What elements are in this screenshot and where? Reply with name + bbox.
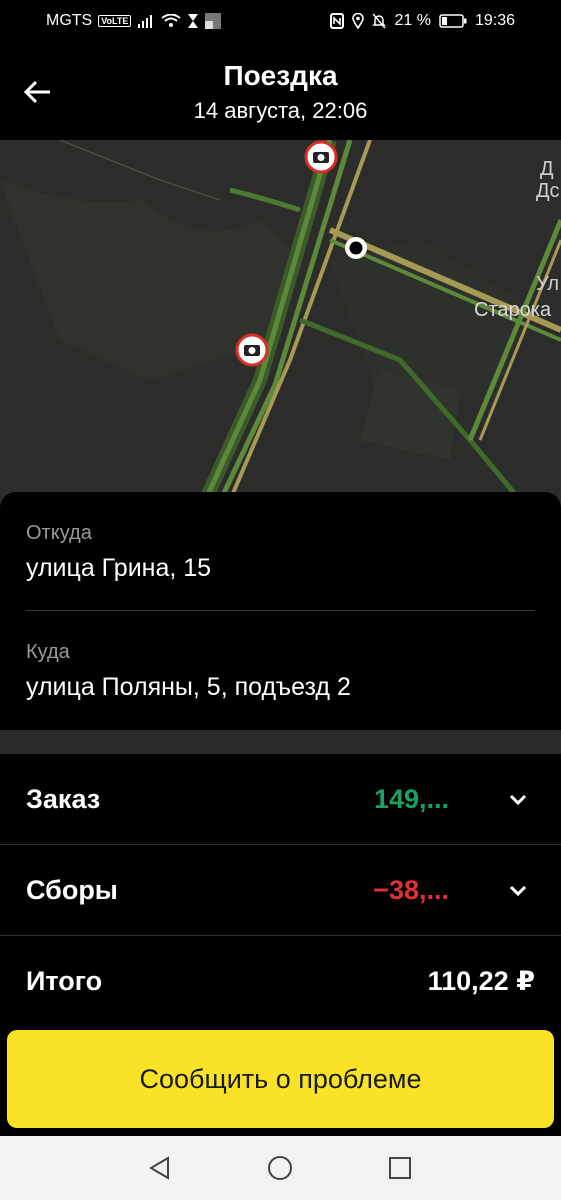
divider	[26, 610, 535, 611]
report-problem-button[interactable]: Сообщить о проблеме	[7, 1030, 554, 1128]
to-label: Куда	[26, 641, 70, 663]
app-notification-icon	[205, 13, 222, 29]
order-row[interactable]: Заказ 149,...	[0, 754, 561, 844]
battery-percent: 21 %	[394, 12, 431, 29]
map-label: Д	[540, 158, 554, 180]
map-label: Ул	[536, 273, 559, 295]
speed-camera-icon	[235, 333, 269, 367]
mute-bell-icon	[372, 13, 387, 29]
total-row: Итого 110,22 ₽	[0, 936, 561, 1026]
location-marker-icon	[345, 237, 367, 259]
clock: 19:36	[474, 12, 515, 29]
nfc-icon	[330, 13, 345, 29]
nav-back-icon[interactable]	[146, 1154, 174, 1182]
from-address: улица Грина, 15	[26, 554, 212, 582]
order-amount: 149,...	[373, 784, 449, 814]
carrier-name: MGTS	[46, 12, 93, 29]
total-amount: 110,22 ₽	[427, 966, 535, 996]
signal-icon	[138, 15, 153, 28]
location-icon	[352, 13, 365, 29]
status-bar: MGTS VoLTE 21 % 19:36	[0, 0, 561, 42]
map-canvas: Д Дс Ул Старока	[0, 140, 561, 512]
report-problem-label: Сообщить о проблеме	[139, 1063, 422, 1094]
fees-label: Сборы	[26, 875, 118, 905]
status-left: MGTS VoLTE	[46, 12, 222, 30]
hourglass-icon	[188, 14, 199, 28]
section-separator	[0, 730, 561, 754]
trip-map[interactable]: Д Дс Ул Старока	[0, 140, 561, 512]
system-nav-bar	[0, 1136, 561, 1200]
chevron-down-icon[interactable]	[507, 788, 529, 810]
volte-badge: VoLTE	[98, 15, 132, 27]
from-label: Откуда	[26, 522, 92, 544]
fees-row[interactable]: Сборы −38,...	[0, 845, 561, 935]
order-label: Заказ	[26, 784, 101, 814]
to-address: улица Поляны, 5, подъезд 2	[26, 673, 351, 701]
trip-date: 14 августа, 22:06	[193, 98, 368, 123]
chevron-down-icon[interactable]	[507, 879, 529, 901]
battery-icon	[439, 14, 467, 28]
wifi-icon	[161, 14, 182, 27]
nav-recents-icon[interactable]	[386, 1154, 414, 1182]
route-sheet: Откуда улица Грина, 15 Куда улица Поляны…	[0, 492, 561, 730]
page-title: Поездка	[223, 60, 338, 91]
speed-camera-icon	[304, 140, 338, 174]
map-label: Дс	[536, 180, 560, 202]
nav-home-icon[interactable]	[266, 1154, 294, 1182]
status-right: 21 % 19:36	[330, 12, 515, 30]
total-label: Итого	[26, 966, 103, 996]
header: Поездка 14 августа, 22:06	[0, 42, 561, 140]
map-street-label: Старока	[474, 299, 552, 321]
fees-amount: −38,...	[373, 875, 449, 905]
